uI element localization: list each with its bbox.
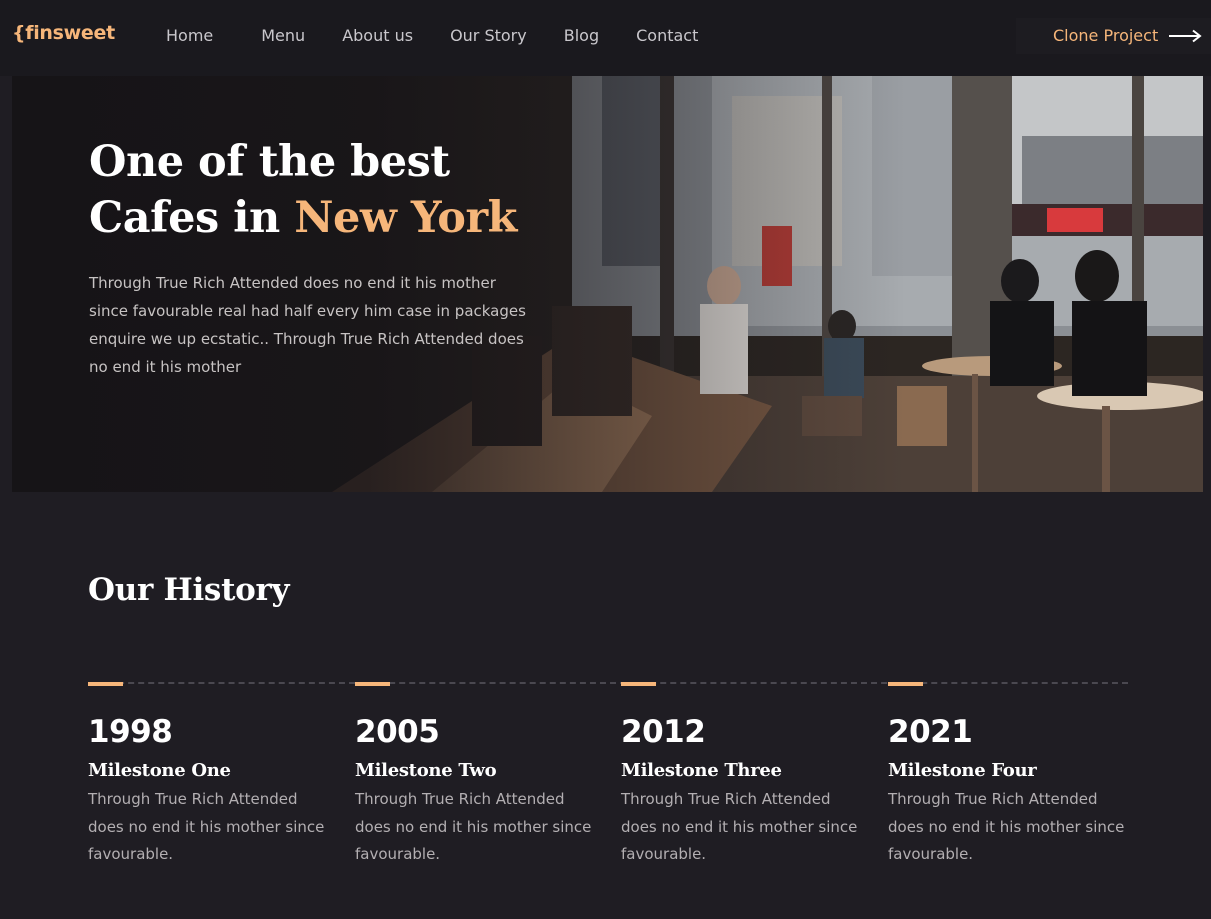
milestone-title: Milestone One [88,760,231,781]
timeline-line [88,682,1128,684]
clone-project-label: Clone Project [1053,26,1159,45]
milestone-year: 1998 [88,714,173,750]
nav-link-about[interactable]: About us [342,26,413,45]
clone-project-button[interactable]: Clone Project [1053,26,1202,45]
milestone-year: 2005 [355,714,440,750]
history-title: Our History [88,572,290,608]
hero-title-line2-prefix: Cafes in [89,193,295,243]
milestone-title: Milestone Three [621,760,782,781]
milestone-title: Milestone Two [355,760,497,781]
milestone-description: Through True Rich Attended does no end i… [88,790,325,863]
timeline-marker [355,682,390,686]
nav-link-blog[interactable]: Blog [564,26,599,45]
hero-title-accent: New York [294,193,517,243]
top-nav: {finsweet Home Menu About us Our Story B… [0,0,1211,76]
nav-links: Home Menu About us Our Story Blog Contac… [166,26,735,45]
milestone-title: Milestone Four [888,760,1037,781]
hero-section: One of the best Cafes in New York Throug… [12,76,1203,492]
nav-link-menu[interactable]: Menu [261,26,305,45]
hero-title-line1: One of the best [89,137,450,187]
milestone-description: Through True Rich Attended does no end i… [888,790,1125,863]
page: {finsweet Home Menu About us Our Story B… [0,0,1211,919]
logo[interactable]: {finsweet [12,22,115,44]
milestone-description: Through True Rich Attended does no end i… [621,790,858,863]
milestone-year: 2021 [888,714,973,750]
timeline-marker [88,682,123,686]
nav-link-contact[interactable]: Contact [636,26,698,45]
arrow-right-icon [1169,29,1202,42]
milestone-description: Through True Rich Attended does no end i… [355,790,592,863]
hero-description: Through True Rich Attended does no end i… [89,274,526,376]
timeline-marker [621,682,656,686]
nav-link-our-story[interactable]: Our Story [450,26,527,45]
timeline-marker [888,682,923,686]
nav-link-home[interactable]: Home [166,26,213,45]
milestone-year: 2012 [621,714,706,750]
hero-title: One of the best Cafes in New York [89,134,517,246]
